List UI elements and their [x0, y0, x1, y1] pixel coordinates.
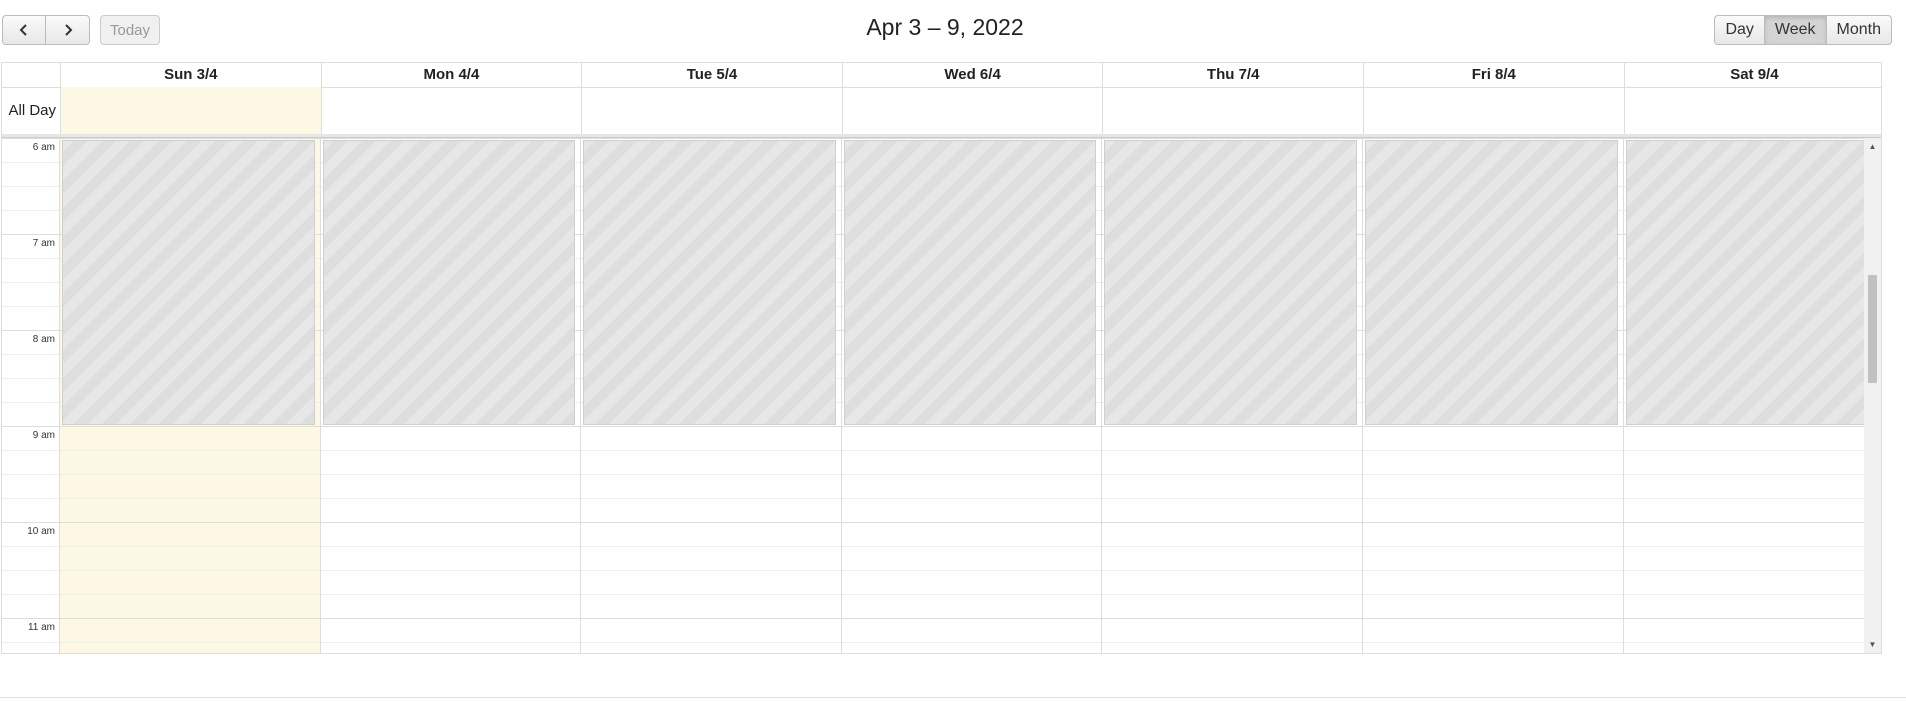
view-month-button[interactable]: Month	[1826, 15, 1892, 45]
calendar-title: Apr 3 – 9, 2022	[866, 14, 1024, 40]
time-slot[interactable]	[2, 546, 1864, 570]
time-label: 6 am	[32, 142, 55, 153]
view-week-button[interactable]: Week	[1764, 15, 1827, 45]
all-day-row: All Day	[2, 87, 1881, 135]
day-header[interactable]: Fri 8/4	[1363, 63, 1624, 87]
day-header[interactable]: Sun 3/4	[60, 63, 321, 87]
unavailable-block	[583, 140, 836, 425]
column-divider	[1622, 138, 1624, 653]
time-slot[interactable]	[2, 450, 1864, 474]
time-slot[interactable]	[2, 426, 1864, 450]
time-grid-scrollbar[interactable]: ▲ ▼	[1864, 138, 1881, 653]
column-divider	[840, 138, 842, 653]
all-day-cell[interactable]	[60, 87, 321, 134]
all-day-label: All Day	[8, 102, 56, 119]
time-slot[interactable]	[2, 642, 1864, 653]
scroll-down-icon[interactable]: ▼	[1864, 636, 1881, 653]
column-divider	[1362, 138, 1363, 653]
all-day-cell[interactable]	[1363, 87, 1624, 134]
unavailable-block	[843, 140, 1097, 425]
column-divider	[1101, 138, 1103, 653]
scroll-up-icon[interactable]: ▲	[1864, 138, 1881, 155]
time-label: 7 am	[32, 238, 55, 249]
all-day-cell[interactable]	[581, 87, 842, 134]
unavailable-block	[62, 140, 315, 425]
column-divider	[580, 138, 582, 653]
all-day-cell[interactable]	[1623, 87, 1885, 134]
time-slot[interactable]	[2, 498, 1864, 522]
day-header-row: Sun 3/4 Mon 4/4 Tue 5/4 Wed 6/4 Thu 7/4 Fri 8…	[2, 63, 1881, 88]
time-label: 10 am	[27, 526, 55, 537]
view-switcher: Day Week Month	[1714, 15, 1892, 45]
time-label: 8 am	[32, 334, 55, 345]
column-divider	[319, 138, 321, 653]
all-day-cell[interactable]	[320, 87, 582, 134]
view-day-button[interactable]: Day	[1714, 15, 1765, 45]
time-label: 9 am	[32, 430, 55, 441]
day-header[interactable]: Wed 6/4	[841, 63, 1103, 87]
week-calendar: Sun 3/4 Mon 4/4 Tue 5/4 Wed 6/4 Thu 7/4 Fri 8…	[1, 62, 1882, 654]
day-header[interactable]: Tue 5/4	[581, 63, 842, 87]
all-day-cell[interactable]	[841, 87, 1103, 134]
unavailable-block	[1104, 140, 1357, 425]
time-label: 11 am	[27, 622, 55, 633]
unavailable-block	[322, 140, 576, 425]
time-slot[interactable]	[2, 570, 1864, 594]
unavailable-block	[1625, 140, 1879, 425]
all-day-cell[interactable]	[1102, 87, 1363, 134]
footer-divider	[0, 697, 1906, 698]
day-header[interactable]: Mon 4/4	[320, 63, 582, 87]
day-header[interactable]: Sat 9/4	[1623, 63, 1885, 87]
time-slot[interactable]	[2, 618, 1864, 642]
calendar-toolbar: Today Apr 3 – 9, 2022 Day Week Month	[0, 0, 1906, 62]
time-slot[interactable]	[2, 594, 1864, 618]
column-divider	[59, 138, 60, 653]
time-grid[interactable]: 6 am 7 am 8 am 9 am 10 am 11 am ▲ ▼	[2, 138, 1881, 653]
scrollbar-thumb[interactable]	[1868, 275, 1877, 383]
time-slot[interactable]	[2, 474, 1864, 498]
day-header[interactable]: Thu 7/4	[1102, 63, 1363, 87]
time-slot[interactable]	[2, 522, 1864, 546]
unavailable-block	[1365, 140, 1618, 425]
